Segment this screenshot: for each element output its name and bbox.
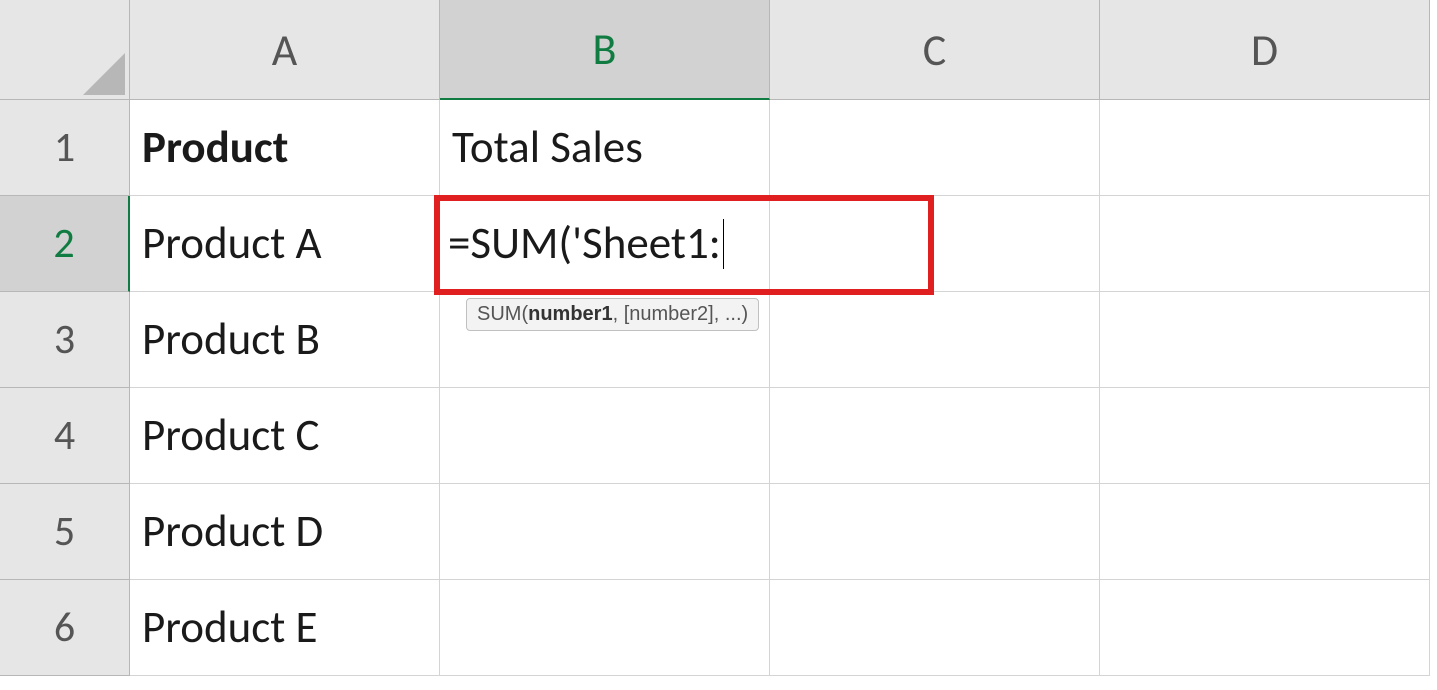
cell-A1[interactable]: Product <box>130 100 440 196</box>
cell-A3[interactable]: Product B <box>130 292 440 388</box>
cell-C1[interactable] <box>770 100 1100 196</box>
row-header-6[interactable]: 6 <box>0 580 130 676</box>
row-header-3[interactable]: 3 <box>0 292 130 388</box>
cell-B2[interactable]: =SUM('Sheet1: <box>440 196 770 292</box>
cell-D3[interactable] <box>1100 292 1430 388</box>
cell-C4[interactable] <box>770 388 1100 484</box>
cell-B4[interactable] <box>440 388 770 484</box>
row-header-2[interactable]: 2 <box>0 196 130 292</box>
cell-D6[interactable] <box>1100 580 1430 676</box>
cell-C3[interactable] <box>770 292 1100 388</box>
cell-C6[interactable] <box>770 580 1100 676</box>
cell-A2[interactable]: Product A <box>130 196 440 292</box>
select-all-corner[interactable] <box>0 0 130 100</box>
cell-B2-content: =SUM('Sheet1: <box>448 216 721 271</box>
row-header-1[interactable]: 1 <box>0 100 130 196</box>
tooltip-bold: number1 <box>528 303 612 325</box>
cell-A4[interactable]: Product C <box>130 388 440 484</box>
cell-B5[interactable] <box>440 484 770 580</box>
cell-D4[interactable] <box>1100 388 1430 484</box>
row-header-5[interactable]: 5 <box>0 484 130 580</box>
cell-B1[interactable]: Total Sales <box>440 100 770 196</box>
row-header-4[interactable]: 4 <box>0 388 130 484</box>
formula-tooltip[interactable]: SUM(number1, [number2], ...) <box>466 298 759 331</box>
cell-B6[interactable] <box>440 580 770 676</box>
column-header-D[interactable]: D <box>1100 0 1430 100</box>
cell-A6[interactable]: Product E <box>130 580 440 676</box>
text-cursor <box>723 219 724 269</box>
cell-A5[interactable]: Product D <box>130 484 440 580</box>
cell-C2[interactable] <box>770 196 1100 292</box>
cell-D2[interactable] <box>1100 196 1430 292</box>
spreadsheet-grid: A B C D 1 Product Total Sales 2 Product … <box>0 0 1437 676</box>
tooltip-suffix: , [number2], ...) <box>613 303 749 325</box>
column-header-B[interactable]: B <box>440 0 770 100</box>
column-header-C[interactable]: C <box>770 0 1100 100</box>
cell-D1[interactable] <box>1100 100 1430 196</box>
cell-C5[interactable] <box>770 484 1100 580</box>
tooltip-prefix: SUM( <box>477 303 528 325</box>
column-header-A[interactable]: A <box>130 0 440 100</box>
cell-D5[interactable] <box>1100 484 1430 580</box>
